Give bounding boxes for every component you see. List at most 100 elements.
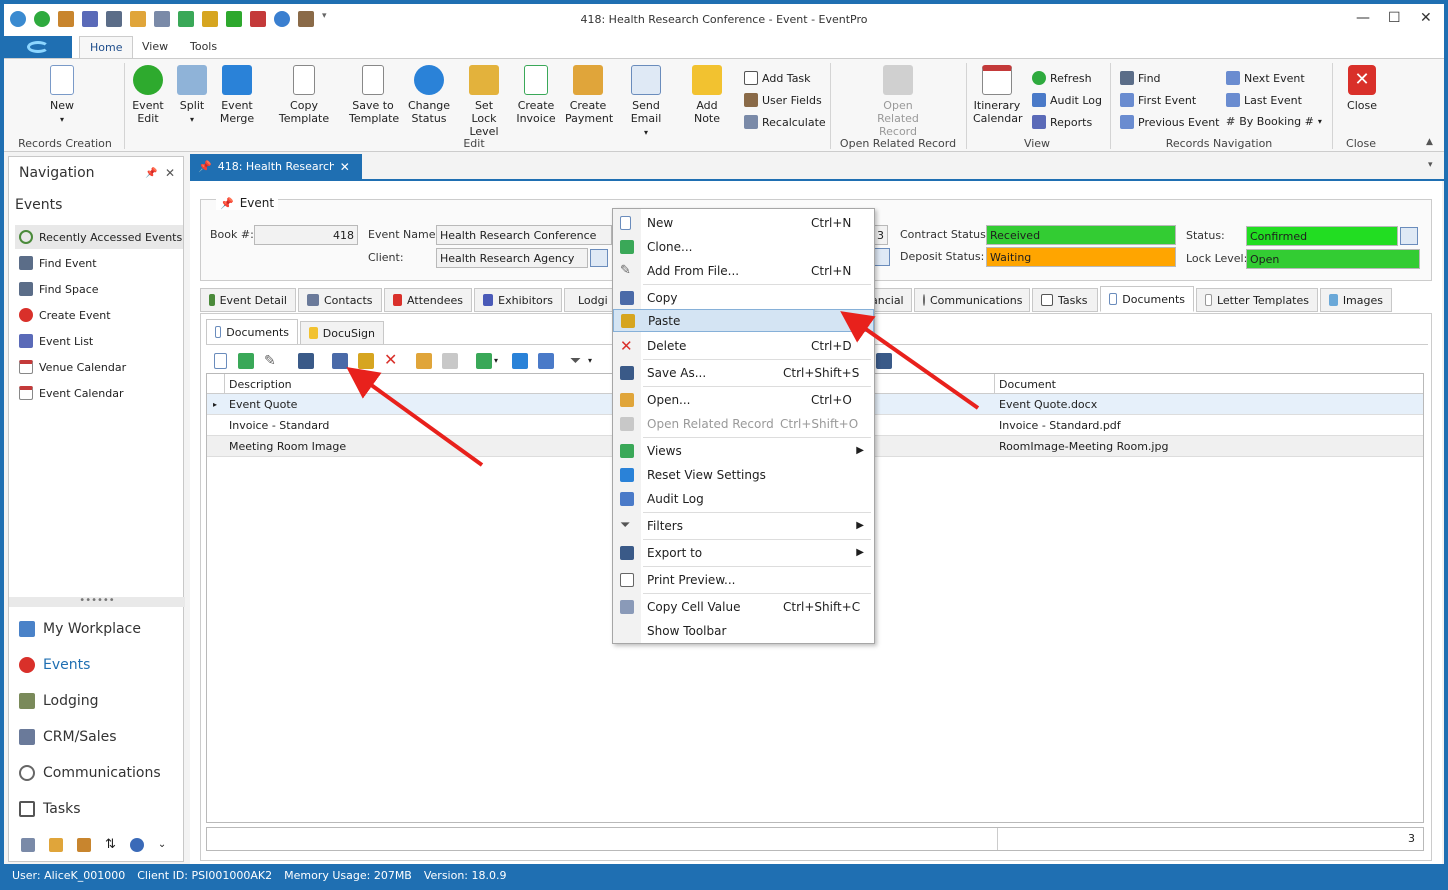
menu-item-filters[interactable]: ⏷ Filters ▶ — [613, 514, 874, 537]
maximize-icon[interactable]: ☐ — [1388, 10, 1401, 26]
related-record-icon[interactable] — [442, 353, 458, 369]
module-crm-sales[interactable]: CRM/Sales — [19, 729, 117, 745]
tab-list-dropdown-icon[interactable]: ▾ — [1428, 160, 1433, 170]
menu-item-add-from-file[interactable]: ✎ Add From File... Ctrl+N — [613, 259, 874, 282]
menu-item-copy[interactable]: Copy — [613, 286, 874, 309]
attach-icon[interactable]: ✎ — [264, 353, 280, 369]
tab-communications[interactable]: Communications — [914, 288, 1030, 312]
close-button[interactable]: ✕ Close — [1342, 65, 1382, 112]
create-invoice-button[interactable]: Create Invoice — [514, 65, 558, 125]
tab-home[interactable]: Home — [79, 36, 134, 59]
first-event-button[interactable]: First Event — [1120, 93, 1196, 107]
open-related-record-button[interactable]: Open Related Record — [858, 65, 938, 138]
event-edit-button[interactable]: Event Edit — [128, 65, 168, 125]
menu-item-print-preview[interactable]: Print Preview... — [613, 568, 874, 591]
filter-dropdown-icon[interactable]: ▾ — [588, 356, 592, 365]
clone-icon[interactable] — [238, 353, 254, 369]
nav-item-venue-calendar[interactable]: Venue Calendar — [15, 355, 183, 379]
nav-item-recently-accessed-events[interactable]: Recently Accessed Events — [15, 225, 183, 249]
user-fields-button[interactable]: User Fields — [744, 93, 822, 107]
tab-lodging[interactable]: Lodgi — [564, 288, 616, 312]
cell-document[interactable]: Event Quote.docx — [999, 398, 1097, 411]
by-booking-button[interactable]: # By Booking # ▾ — [1226, 115, 1322, 128]
collapse-ribbon-icon[interactable]: ▲ — [1426, 137, 1433, 147]
calculator-icon[interactable] — [21, 837, 35, 852]
menu-item-open[interactable]: Open... Ctrl+O — [613, 388, 874, 411]
tab-exhibitors[interactable]: Exhibitors — [474, 288, 562, 312]
new-document-icon[interactable] — [214, 353, 227, 369]
sort-arrows-icon[interactable]: ⇅ — [105, 837, 116, 852]
module-tasks[interactable]: Tasks — [19, 801, 81, 817]
deposit-status-field[interactable]: Waiting — [986, 247, 1176, 267]
menu-item-new[interactable]: New Ctrl+N — [613, 211, 874, 234]
menu-item-audit-log[interactable]: Audit Log — [613, 487, 874, 510]
column-header-document[interactable]: Document — [995, 374, 1423, 394]
save-to-template-button[interactable]: Save to Template — [348, 65, 399, 125]
module-lodging[interactable]: Lodging — [19, 693, 99, 709]
more-modules-icon[interactable]: ⌄ — [158, 839, 166, 850]
client-field[interactable]: Health Research Agency — [436, 248, 588, 268]
event-merge-button[interactable]: Event Merge — [216, 65, 258, 125]
cell-description[interactable]: Event Quote — [229, 398, 297, 411]
refresh-button[interactable]: Refresh — [1032, 71, 1092, 85]
tab-tools[interactable]: Tools — [190, 40, 217, 53]
add-note-button[interactable]: Add Note — [682, 65, 732, 125]
open-folder-icon[interactable] — [416, 353, 432, 369]
nav-item-find-space[interactable]: Find Space — [15, 277, 183, 301]
close-tab-icon[interactable]: ✕ — [340, 160, 350, 174]
pin-icon[interactable]: 📌 — [145, 168, 157, 179]
next-event-button[interactable]: Next Event — [1226, 71, 1305, 85]
tab-documents[interactable]: Documents — [1100, 286, 1194, 312]
app-menu-button[interactable] — [4, 36, 72, 58]
create-payment-button[interactable]: Create Payment — [564, 65, 613, 125]
module-events[interactable]: Events — [19, 657, 90, 673]
tab-letter-templates[interactable]: Letter Templates — [1196, 288, 1318, 312]
cell-document[interactable]: RoomImage-Meeting Room.jpg — [999, 440, 1168, 453]
menu-item-views[interactable]: Views ▶ — [613, 439, 874, 462]
copy-icon[interactable] — [332, 353, 348, 369]
module-my-workplace[interactable]: My Workplace — [19, 621, 141, 637]
audit-log-button[interactable]: Audit Log — [1032, 93, 1102, 107]
menu-item-reset-view-settings[interactable]: Reset View Settings — [613, 463, 874, 486]
module-communications[interactable]: Communications — [19, 765, 161, 781]
tab-view[interactable]: View — [142, 40, 168, 53]
menu-item-save-as[interactable]: Save As... Ctrl+Shift+S — [613, 361, 874, 384]
payment-icon[interactable] — [77, 837, 91, 852]
copy-template-button[interactable]: Copy Template — [264, 65, 344, 125]
tab-attendees[interactable]: Attendees — [384, 288, 472, 312]
document-tab[interactable]: 📌 418: Health Research C ✕ — [190, 154, 362, 179]
nav-item-create-event[interactable]: Create Event — [15, 303, 183, 327]
send-email-button[interactable]: Send Email ▾ — [618, 65, 674, 139]
menu-item-export-to[interactable]: Export to ▶ — [613, 541, 874, 564]
views-dropdown-icon[interactable]: ▾ — [494, 356, 498, 365]
book-number-field[interactable]: 418 — [254, 225, 358, 245]
change-status-button[interactable]: Change Status — [404, 65, 454, 125]
last-event-button[interactable]: Last Event — [1226, 93, 1302, 107]
menu-item-open-related-record[interactable]: Open Related Record Ctrl+Shift+O — [613, 412, 874, 435]
tab-event-detail[interactable]: Event Detail — [200, 288, 296, 312]
menu-item-delete[interactable]: ✕ Delete Ctrl+D — [613, 334, 874, 357]
lock-level-field[interactable]: Open — [1246, 249, 1420, 269]
previous-event-button[interactable]: Previous Event — [1120, 115, 1220, 129]
cell-description[interactable]: Meeting Room Image — [229, 440, 346, 453]
client-lookup-icon[interactable] — [590, 249, 608, 267]
tab-tasks[interactable]: Tasks — [1032, 288, 1098, 312]
views-icon[interactable] — [476, 353, 492, 369]
column-header-description[interactable]: Description — [225, 374, 995, 394]
cell-document[interactable]: Invoice - Standard.pdf — [999, 419, 1121, 432]
cell-description[interactable]: Invoice - Standard — [229, 419, 329, 432]
split-button[interactable]: Split ▾ — [174, 65, 210, 126]
reset-view-icon[interactable] — [512, 353, 528, 369]
nav-item-event-list[interactable]: Event List — [15, 329, 183, 353]
nav-item-find-event[interactable]: Find Event — [15, 251, 183, 275]
itinerary-calendar-button[interactable]: Itinerary Calendar — [972, 65, 1022, 125]
find-button[interactable]: Find — [1120, 71, 1161, 85]
status-lookup-icon[interactable] — [1400, 227, 1418, 245]
set-lock-level-button[interactable]: Set Lock Level — [460, 65, 508, 138]
reports-button[interactable]: Reports — [1032, 115, 1092, 129]
menu-item-paste[interactable]: Paste — [613, 309, 874, 332]
notepad-icon[interactable] — [49, 837, 63, 852]
export-icon[interactable] — [876, 353, 892, 369]
globe-icon[interactable] — [129, 837, 144, 852]
status-field[interactable]: Confirmed — [1246, 226, 1398, 246]
